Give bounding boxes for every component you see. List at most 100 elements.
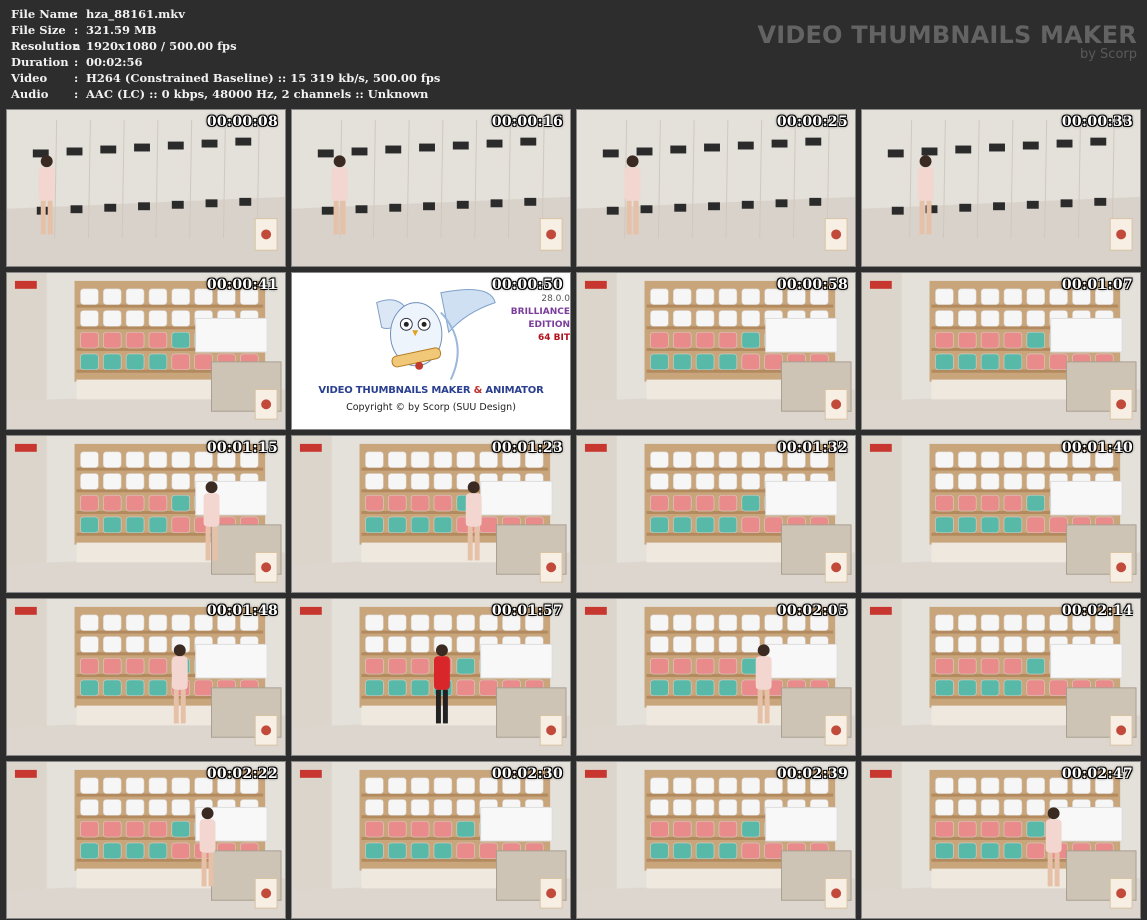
- logo-version-line: 28.0.0: [541, 294, 570, 304]
- thumbnail-timestamp: 00:01:23: [491, 440, 563, 456]
- thumbnail-timestamp: 00:00:41: [206, 277, 278, 293]
- file-info-row: Video: H264 (Constrained Baseline) :: 15 …: [11, 70, 440, 86]
- thumbnail-timestamp: 00:00:50: [491, 277, 563, 293]
- video-frame: [292, 436, 570, 592]
- video-frame: [577, 762, 855, 918]
- logo-version-line: 64 BIT: [537, 333, 570, 343]
- thumbnail-timestamp: 00:00:16: [491, 114, 563, 130]
- thumbnail[interactable]: 00:02:14: [861, 598, 1141, 756]
- video-frame: [862, 110, 1140, 266]
- thumbnail-timestamp: 00:00:25: [776, 114, 848, 130]
- video-frame: [292, 599, 570, 755]
- thumbnail-timestamp: 00:00:08: [206, 114, 278, 130]
- file-info-separator: :: [74, 55, 79, 69]
- file-info-separator: :: [74, 87, 79, 101]
- file-info-row: Audio: AAC (LC) :: 0 kbps, 48000 Hz, 2 ch…: [11, 86, 440, 102]
- thumbnail-timestamp: 00:02:14: [1061, 603, 1133, 619]
- logo-version-line: BRILLIANCE: [510, 307, 570, 317]
- thumbnail[interactable]: 28.0.0 BRILLIANCE EDITION 64 BIT VIDEO THUMB…: [291, 272, 571, 430]
- video-frame: [7, 599, 285, 755]
- thumbnail-timestamp: 00:01:40: [1061, 440, 1133, 456]
- thumbnail[interactable]: 00:00:16: [291, 109, 571, 267]
- file-info-key: Duration: [11, 55, 69, 69]
- file-info-key: File Size: [11, 23, 66, 37]
- file-info-separator: :: [74, 71, 79, 85]
- thumbnail-timestamp: 00:00:33: [1061, 114, 1133, 130]
- thumbnail-timestamp: 00:02:22: [206, 766, 278, 782]
- file-info-row: File Name: hza_88161.mkv: [11, 6, 440, 22]
- video-frame: [7, 436, 285, 592]
- file-info-value: 00:02:56: [86, 55, 143, 69]
- thumbnail[interactable]: 00:01:40: [861, 435, 1141, 593]
- file-info-value: 1920x1080 / 500.00 fps: [86, 39, 237, 53]
- thumbnail[interactable]: 00:01:32: [576, 435, 856, 593]
- thumbnail[interactable]: 00:01:15: [6, 435, 286, 593]
- thumbnail-timestamp: 00:01:57: [491, 603, 563, 619]
- thumbnail[interactable]: 00:02:47: [861, 761, 1141, 919]
- thumbnail-timestamp: 00:00:58: [776, 277, 848, 293]
- video-frame: [577, 110, 855, 266]
- logo-title-main: VIDEO THUMBNAILS MAKER: [318, 385, 471, 396]
- file-info-separator: :: [74, 7, 79, 21]
- thumbnail-sheet: File Name: hza_88161.mkv File Size:321.59 …: [0, 0, 1147, 920]
- thumbnail-timestamp: 00:01:32: [776, 440, 848, 456]
- thumbnail[interactable]: 00:01:48: [6, 598, 286, 756]
- file-info-row: File Size:321.59 MB: [11, 22, 440, 38]
- thumbnail[interactable]: 00:00:25: [576, 109, 856, 267]
- thumbnail-timestamp: 00:01:15: [206, 440, 278, 456]
- thumbnail[interactable]: 00:00:33: [861, 109, 1141, 267]
- thumbnail-grid: 00:00:08 00:00:16 00:00:25 00:00:33 00:00:41…: [6, 109, 1143, 919]
- logo-title: VIDEO THUMBNAILS MAKER & ANIMATOR: [292, 385, 570, 396]
- thumbnail[interactable]: 00:01:23: [291, 435, 571, 593]
- file-info-key: Video: [11, 71, 48, 85]
- logo-version-line: EDITION: [528, 320, 570, 330]
- video-frame: [7, 110, 285, 266]
- video-frame: [292, 762, 570, 918]
- video-frame: [862, 762, 1140, 918]
- thumbnail-timestamp: 00:01:07: [1061, 277, 1133, 293]
- file-info-row: Resolution:1920x1080 / 500.00 fps: [11, 38, 440, 54]
- thumbnail[interactable]: 00:02:30: [291, 761, 571, 919]
- video-frame: [862, 599, 1140, 755]
- thumbnail-timestamp: 00:02:39: [776, 766, 848, 782]
- brand-watermark: VIDEO THUMBNAILS MAKER by Scorp: [757, 22, 1137, 62]
- video-frame: [577, 273, 855, 429]
- video-frame: [862, 436, 1140, 592]
- video-frame: [7, 273, 285, 429]
- thumbnail[interactable]: 00:00:58: [576, 272, 856, 430]
- thumbnail[interactable]: 00:00:41: [6, 272, 286, 430]
- file-info-row: Duration:00:02:56: [11, 54, 440, 70]
- file-info-separator: :: [74, 39, 79, 53]
- brand-subtitle: by Scorp: [1079, 47, 1137, 62]
- file-info: File Name: hza_88161.mkv File Size:321.59 …: [11, 6, 440, 102]
- header: File Name: hza_88161.mkv File Size:321.59 …: [0, 0, 1147, 108]
- logo-copyright: Copyright © by Scorp (SUU Design): [346, 402, 516, 413]
- file-info-value: AAC (LC) :: 0 kbps, 48000 Hz, 2 channels…: [86, 87, 429, 101]
- thumbnail[interactable]: 00:02:05: [576, 598, 856, 756]
- brand-title: VIDEO THUMBNAILS MAKER: [757, 21, 1137, 49]
- thumbnail-timestamp: 00:01:48: [206, 603, 278, 619]
- video-frame: [7, 762, 285, 918]
- file-info-value: 321.59 MB: [86, 23, 157, 37]
- thumbnail[interactable]: 00:00:08: [6, 109, 286, 267]
- video-frame: [862, 273, 1140, 429]
- file-info-key: Audio: [11, 87, 49, 101]
- thumbnail[interactable]: 00:02:39: [576, 761, 856, 919]
- thumbnail[interactable]: 00:02:22: [6, 761, 286, 919]
- logo-version-badge: 28.0.0 BRILLIANCE EDITION 64 BIT: [510, 293, 570, 345]
- video-frame: [292, 110, 570, 266]
- thumbnail[interactable]: 00:01:07: [861, 272, 1141, 430]
- file-info-separator: :: [74, 23, 79, 37]
- file-info-value: H264 (Constrained Baseline) :: 15 319 kb…: [86, 71, 441, 85]
- logo-title-amp: &: [470, 385, 486, 396]
- thumbnail-timestamp: 00:02:05: [776, 603, 848, 619]
- video-frame: [577, 436, 855, 592]
- thumbnail-timestamp: 00:02:30: [491, 766, 563, 782]
- video-frame: [577, 599, 855, 755]
- file-info-key: Resolution: [11, 39, 81, 53]
- logo-title-animator: ANIMATOR: [485, 385, 544, 396]
- thumbnail[interactable]: 00:01:57: [291, 598, 571, 756]
- file-info-value: hza_88161.mkv: [86, 7, 185, 21]
- thumbnail-timestamp: 00:02:47: [1061, 766, 1133, 782]
- file-info-key: File Name: [11, 7, 77, 21]
